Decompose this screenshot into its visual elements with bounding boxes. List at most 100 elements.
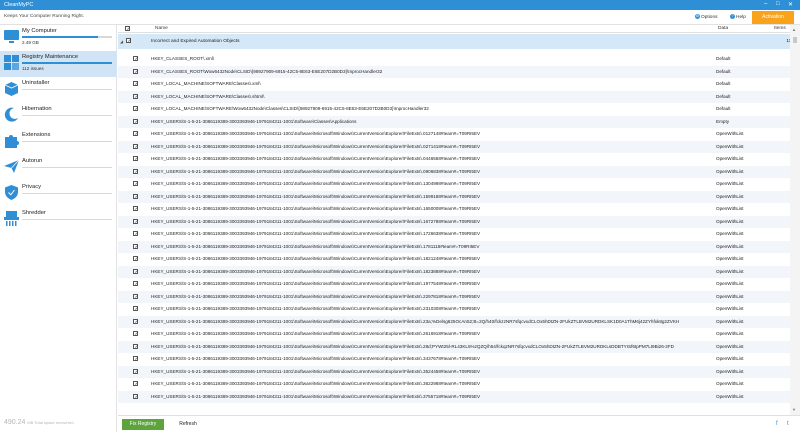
row-checkbox[interactable] [133, 181, 139, 187]
group-row[interactable]: ◢ Incorrect and Expired Automation Objec… [118, 34, 800, 49]
row-checkbox[interactable] [133, 343, 139, 349]
sidebar-divider [22, 219, 112, 220]
row-checkbox[interactable] [133, 331, 139, 337]
group-checkbox[interactable] [126, 38, 132, 44]
table-row[interactable]: HKEY_USERS\S-1-5-21-3086119389-300339394… [118, 190, 800, 203]
sidebar-item-extensions[interactable]: Extensions [0, 129, 117, 155]
row-checkbox[interactable] [133, 356, 139, 362]
activation-button[interactable]: Activation [752, 11, 794, 24]
row-data: OpenWithList [716, 268, 744, 274]
minimize-icon[interactable]: – [764, 1, 767, 7]
col-header-name[interactable]: Name [155, 26, 168, 31]
table-row[interactable]: HKEY_USERS\S-1-5-21-3086119389-300339394… [118, 278, 800, 290]
row-checkbox[interactable] [133, 56, 139, 62]
sidebar-item-label: Registry Maintenance [22, 54, 79, 60]
row-checkbox[interactable] [133, 168, 139, 174]
row-checkbox[interactable] [133, 318, 139, 324]
row-data: OpenWithList [716, 193, 744, 199]
collapse-caret-icon[interactable]: ◢ [120, 39, 123, 44]
row-checkbox[interactable] [133, 393, 139, 399]
table-row[interactable]: HKEY_USERS\S-1-5-21-3086119389-300339394… [118, 340, 800, 353]
row-checkbox[interactable] [133, 243, 139, 249]
row-checkbox[interactable] [133, 281, 139, 287]
sidebar-item-label: Hibernation [22, 106, 52, 112]
row-checkbox[interactable] [133, 193, 139, 199]
fix-registry-button[interactable]: Fix Registry [122, 419, 164, 430]
row-checkbox[interactable] [133, 268, 139, 274]
row-checkbox[interactable] [133, 256, 139, 262]
row-checkbox[interactable] [133, 156, 139, 162]
col-header-items[interactable]: Items [774, 26, 786, 31]
row-checkbox[interactable] [133, 131, 139, 137]
table-row[interactable]: HKEY_USERS\S-1-5-21-3086119389-300339394… [118, 165, 800, 178]
table-row[interactable]: HKEY_CLASSES_ROOT\Wow6432Node\CLSID\{989… [118, 65, 800, 78]
row-checkbox[interactable] [133, 293, 139, 299]
table-row[interactable]: HKEY_USERS\S-1-5-21-3086119389-300339394… [118, 228, 800, 240]
facebook-icon[interactable]: f [776, 421, 778, 427]
vertical-scrollbar[interactable]: ▲ ▼ [790, 25, 800, 415]
row-name: HKEY_USERS\S-1-5-21-3086119389-300339394… [151, 156, 481, 161]
table-row[interactable]: HKEY_USERS\S-1-5-21-3086119389-300339394… [118, 203, 800, 215]
sidebar-item-registry-maintenance[interactable]: Registry Maintenance 112 issues [0, 51, 117, 77]
table-row[interactable]: HKEY_USERS\S-1-5-21-3086119389-300339394… [118, 290, 800, 303]
table-row[interactable]: HKEY_USERS\S-1-5-21-3086119389-300339394… [118, 115, 800, 128]
table-row[interactable]: HKEY_USERS\S-1-5-21-3086119389-300339394… [118, 315, 800, 328]
help-button[interactable]: ? Help [730, 14, 746, 20]
row-checkbox[interactable] [133, 143, 139, 149]
row-checkbox[interactable] [133, 81, 139, 87]
sidebar-item-shredder[interactable]: Shredder [0, 207, 117, 233]
sidebar-item-privacy[interactable]: Privacy [0, 181, 117, 207]
table-row[interactable]: HKEY_USERS\S-1-5-21-3086119389-300339394… [118, 240, 800, 253]
row-checkbox[interactable] [133, 381, 139, 387]
row-checkbox[interactable] [133, 68, 139, 74]
select-all-checkbox[interactable] [125, 26, 131, 32]
close-icon[interactable]: ✕ [788, 1, 793, 8]
options-button[interactable]: ⚙ Options [695, 14, 718, 20]
row-checkbox[interactable] [133, 368, 139, 374]
title-bar: CleanMyPC – □ ✕ [0, 0, 800, 10]
row-data: OpenWithList [716, 181, 744, 186]
table-row[interactable]: HKEY_USERS\S-1-5-21-3086119389-300339394… [118, 390, 800, 403]
table-row[interactable]: HKEY_USERS\S-1-5-21-3086119389-300339394… [118, 153, 800, 165]
table-row[interactable]: HKEY_CLASSES_ROOT\.xml\Default1 [118, 53, 800, 65]
table-row[interactable]: HKEY_USERS\S-1-5-21-3086119389-300339394… [118, 265, 800, 278]
sidebar-item-uninstaller[interactable]: Uninstaller [0, 77, 117, 103]
row-data: OpenWithList [716, 393, 744, 399]
table-row[interactable]: HKEY_USERS\S-1-5-21-3086119389-300339394… [118, 253, 800, 265]
table-row[interactable]: HKEY_USERS\S-1-5-21-3086119389-300339394… [118, 328, 800, 340]
table-row[interactable]: HKEY_LOCAL_MACHINE\SOFTWARE\Classes\.xml… [118, 78, 800, 90]
scroll-up-arrow-icon[interactable]: ▲ [792, 27, 796, 32]
sidebar-item-autorun[interactable]: Autorun [0, 155, 117, 181]
row-checkbox[interactable] [133, 106, 139, 112]
row-name: HKEY_USERS\S-1-5-21-3086119389-300339394… [151, 131, 481, 136]
row-checkbox[interactable] [133, 306, 139, 312]
row-data: OpenWithList [716, 318, 744, 324]
table-row[interactable]: HKEY_USERS\S-1-5-21-3086119389-300339394… [118, 365, 800, 378]
row-name: HKEY_USERS\S-1-5-21-3086119389-300339394… [151, 206, 481, 211]
sidebar-item-hibernation[interactable]: Hibernation [0, 103, 117, 129]
table-row[interactable]: HKEY_LOCAL_MACHINE\SOFTWARE\Classes\.sht… [118, 90, 800, 103]
refresh-button[interactable]: Refresh [170, 419, 206, 430]
row-checkbox[interactable] [133, 93, 139, 99]
sidebar-item-my-computer[interactable]: My Computer 2.49 GB [0, 25, 117, 51]
col-header-data[interactable]: Data [718, 26, 728, 31]
table-row[interactable]: HKEY_USERS\S-1-5-21-3086119389-300339394… [118, 353, 800, 365]
row-checkbox[interactable] [133, 231, 139, 237]
total-space-recovered: 490.24 MB Total space recovered [4, 419, 74, 426]
table-row[interactable]: HKEY_USERS\S-1-5-21-3086119389-300339394… [118, 178, 800, 190]
table-row[interactable]: HKEY_USERS\S-1-5-21-3086119389-300339394… [118, 140, 800, 153]
app-title: CleanMyPC [4, 2, 34, 8]
table-row[interactable]: HKEY_USERS\S-1-5-21-3086119389-300339394… [118, 215, 800, 228]
table-row[interactable]: HKEY_USERS\S-1-5-21-3086119389-300339394… [118, 128, 800, 140]
row-checkbox[interactable] [133, 218, 139, 224]
table-row[interactable]: HKEY_LOCAL_MACHINE\SOFTWARE\Wow6432Node\… [118, 103, 800, 115]
row-checkbox[interactable] [133, 206, 139, 212]
twitter-icon[interactable]: t [787, 421, 789, 427]
row-checkbox[interactable] [133, 118, 139, 124]
table-row[interactable]: HKEY_USERS\S-1-5-21-3086119389-300339394… [118, 303, 800, 315]
table-row[interactable]: HKEY_USERS\S-1-5-21-3086119389-300339394… [118, 378, 800, 390]
scroll-down-arrow-icon[interactable]: ▼ [792, 407, 796, 412]
scroll-thumb[interactable] [793, 37, 797, 43]
maximize-icon[interactable]: □ [776, 1, 780, 7]
registry-progress-fill [22, 62, 112, 64]
